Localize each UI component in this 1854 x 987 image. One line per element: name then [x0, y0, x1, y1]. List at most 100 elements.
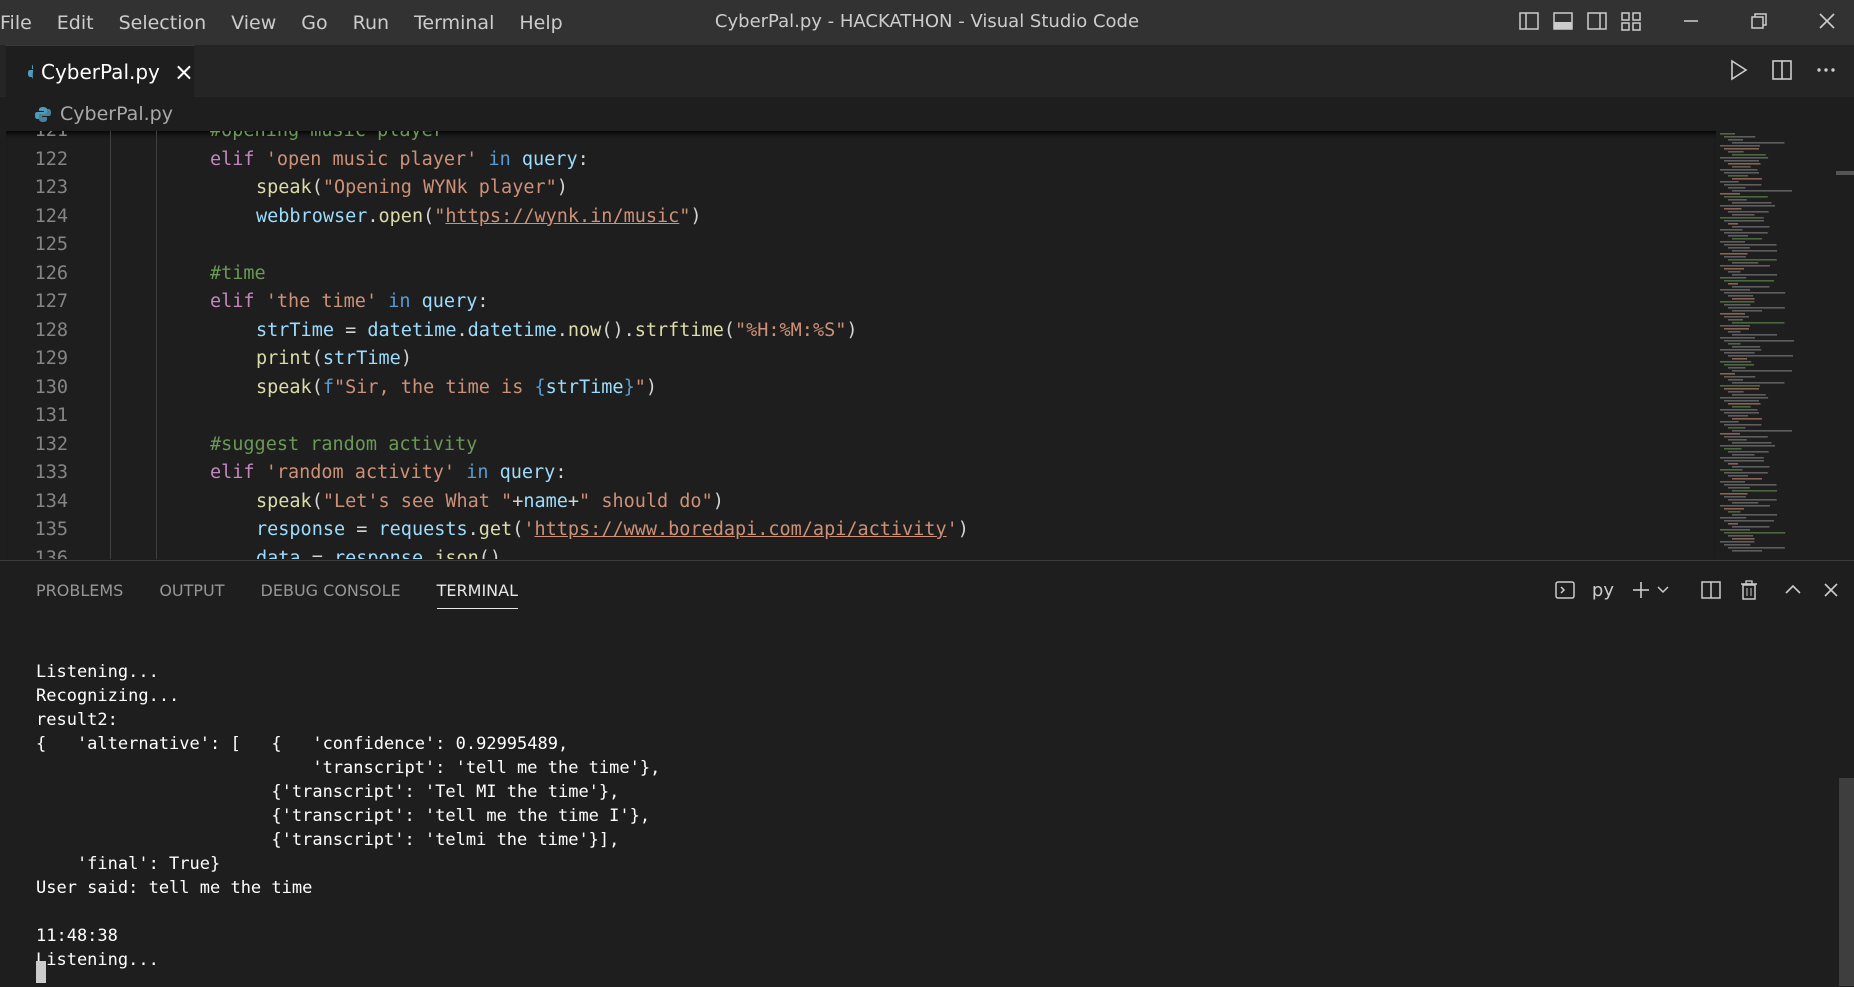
code-token: speak [256, 177, 312, 198]
split-terminal-icon[interactable] [1700, 579, 1722, 601]
scroll-thumb[interactable] [1836, 171, 1854, 175]
close-icon[interactable] [1820, 579, 1842, 601]
split-editor-icon[interactable] [1770, 58, 1794, 82]
code-token: " [679, 205, 691, 227]
minimap-line [1720, 145, 1760, 147]
minimap-line [1732, 394, 1766, 396]
minimap-line [1732, 406, 1751, 408]
code-line[interactable]: 124 webbrowser.open("https://wynk.in/musi… [6, 203, 1716, 232]
minimap-line [1720, 301, 1755, 303]
code-line[interactable]: 126 #time [6, 260, 1716, 289]
line-number: 127 [34, 291, 68, 312]
minimap-line [1728, 355, 1793, 357]
code-token: strTime [545, 376, 624, 398]
minimap-line [1720, 313, 1745, 315]
terminal-line: 'transcript': 'tell me the time'}, [36, 758, 661, 778]
minimap-line [1728, 511, 1741, 513]
code-line[interactable]: 121 #opening music player [6, 131, 1716, 146]
close-window-icon[interactable] [1816, 10, 1838, 32]
minimap-line [1724, 316, 1749, 318]
code-line[interactable]: 128 strTime = datetime.datetime.now().str… [6, 317, 1716, 346]
code-line[interactable]: 134 speak("Let's see What "+name+" should… [6, 488, 1716, 517]
code-token: datetime [367, 319, 457, 341]
minimap-line [1728, 367, 1746, 369]
code-token: ) [645, 376, 657, 398]
code-line[interactable]: 130 speak(f"Sir, the time is {strTime}") [6, 374, 1716, 403]
code-text: speak(f"Sir, the time is {strTime}") [256, 374, 657, 403]
tab-problems[interactable]: PROBLEMS [36, 581, 123, 609]
chevron-down-icon[interactable] [1656, 579, 1670, 601]
minimap-line [1728, 427, 1746, 429]
code-line[interactable]: 133 elif 'random activity' in query: [6, 459, 1716, 488]
minimap-line [1724, 460, 1764, 462]
code-line[interactable]: 131 [6, 402, 1716, 431]
code-line[interactable]: 127 elif 'the time' in query: [6, 288, 1716, 317]
toggle-secondary-sidebar-icon[interactable] [1586, 10, 1608, 32]
run-icon[interactable] [1726, 58, 1750, 82]
more-icon[interactable] [1814, 58, 1838, 82]
minimap-line [1724, 328, 1749, 330]
code-token: 'random activity' [265, 462, 456, 483]
tab-debug-console[interactable]: DEBUG CONSOLE [261, 581, 401, 609]
code-line[interactable]: 132 #suggest random activity [6, 431, 1716, 460]
line-number: 130 [34, 376, 68, 398]
code-token: ( [311, 177, 323, 198]
tab-output[interactable]: OUTPUT [159, 581, 224, 609]
code-line[interactable]: 125 [6, 231, 1716, 260]
minimap-line [1728, 151, 1744, 153]
minimap-line [1724, 244, 1777, 246]
minimize-icon[interactable] [1680, 10, 1702, 32]
code-line[interactable]: 123 speak("Opening WYNk player") [6, 174, 1716, 203]
code-token: in [477, 148, 522, 170]
code-token: ) [712, 490, 724, 512]
code-token: ( [723, 319, 735, 341]
restore-icon[interactable] [1748, 10, 1770, 32]
minimap-line [1732, 550, 1762, 552]
terminal-icon[interactable] [1554, 579, 1576, 601]
minimap-line [1724, 520, 1774, 522]
minimap-line [1728, 439, 1747, 441]
layout-icon[interactable] [1620, 10, 1642, 32]
code-token: #time [210, 262, 266, 284]
tab-terminal[interactable]: TERMINAL [436, 581, 519, 609]
minimap-line [1724, 544, 1751, 546]
minimap-line [1724, 172, 1759, 174]
code-line[interactable]: 129 print(strTime) [6, 345, 1716, 374]
tab-close-icon[interactable]: × [174, 58, 194, 86]
plus-icon[interactable] [1630, 579, 1652, 601]
code-line[interactable]: 136 data = response.json() [6, 545, 1716, 560]
code-token: ' [523, 519, 535, 540]
code-editor[interactable]: 121 #opening music player 122 elif 'open mu… [6, 131, 1716, 559]
window-controls [1518, 10, 1854, 32]
code-token: #suggest random activity [210, 433, 478, 455]
toggle-sidebar-icon[interactable] [1518, 10, 1540, 32]
minimap-line [1724, 364, 1754, 366]
trash-icon[interactable] [1738, 579, 1760, 601]
minimap[interactable] [1716, 131, 1836, 559]
minimap-line [1720, 253, 1748, 255]
terminal-line: 11:48:38 [36, 926, 118, 946]
code-line[interactable]: 122 elif 'open music player' in query: [6, 146, 1716, 175]
line-number: 122 [34, 148, 68, 170]
terminal-scrollbar[interactable] [1839, 778, 1854, 986]
minimap-line [1728, 187, 1746, 189]
code-text: elif 'open music player' in query: [210, 146, 589, 175]
chevron-up-icon[interactable] [1782, 579, 1804, 601]
minimap-line [1728, 223, 1738, 225]
code-token: in [377, 291, 422, 312]
tab-cyberpal-py[interactable]: CyberPal.py × [6, 45, 194, 98]
code-token: ) [400, 348, 412, 369]
line-number: 128 [34, 319, 68, 341]
minimap-line [1732, 250, 1777, 252]
code-token: f [322, 376, 334, 398]
terminal-output[interactable]: Listening... Recognizing... result2: { 'alt… [36, 636, 660, 972]
code-line[interactable]: 135 response = requests.get('https://www.… [6, 516, 1716, 545]
terminal-line: Listening... [36, 950, 159, 970]
terminal-shell-label[interactable]: py [1592, 580, 1614, 601]
terminal-line: User said: tell me the time [36, 878, 313, 898]
breadcrumb-file[interactable]: CyberPal.py [60, 103, 173, 125]
toggle-panel-icon[interactable] [1552, 10, 1574, 32]
code-token: in [455, 462, 500, 483]
editor-scrollbar[interactable] [1836, 131, 1854, 559]
